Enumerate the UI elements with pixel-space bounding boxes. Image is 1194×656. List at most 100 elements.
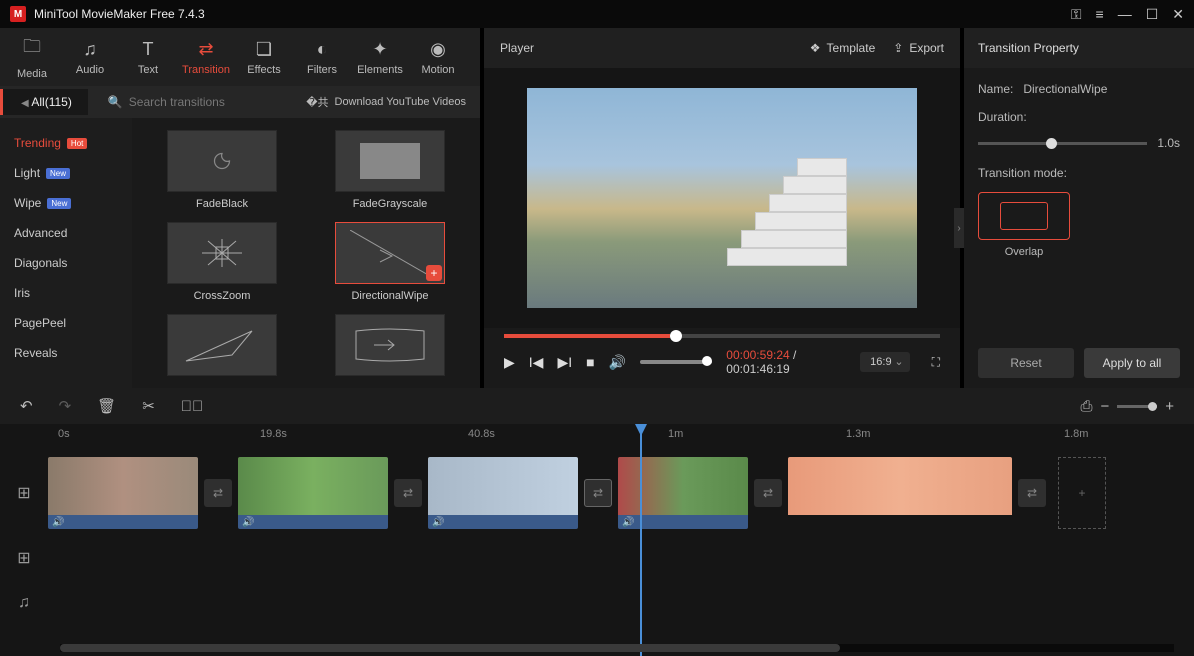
timeline-ruler[interactable]: 0s19.8s40.8s1m1.3m1.8m <box>0 424 1194 448</box>
tab-media[interactable]: 🗀Media <box>4 32 60 82</box>
template-button[interactable]: ❖Template <box>810 41 875 55</box>
volume-slider[interactable] <box>640 360 712 364</box>
export-icon: ⇪ <box>893 41 903 55</box>
transition-DirectionalWipe[interactable]: +DirectionalWipe <box>312 222 468 302</box>
key-icon[interactable]: ⚿ <box>1071 6 1082 23</box>
transition-slot[interactable]: ⇄ <box>394 479 422 507</box>
transition-slot[interactable]: ⇄ <box>204 479 232 507</box>
transition-slot[interactable]: ⇄ <box>1018 479 1046 507</box>
transition-slot[interactable]: ⇄ <box>584 479 612 507</box>
category-all[interactable]: ◀ All(115) <box>0 89 88 115</box>
speaker-icon: 🔊 <box>242 517 254 528</box>
app-title: MiniTool MovieMaker Free 7.4.3 <box>34 7 1071 21</box>
name-label: Name: <box>978 82 1013 96</box>
category-pagepeel[interactable]: PagePeel <box>0 308 132 338</box>
transition-FadeBlack[interactable]: FadeBlack <box>144 130 300 210</box>
zoom-slider[interactable] <box>1117 405 1157 408</box>
duration-value: 1.0s <box>1157 136 1180 150</box>
name-value: DirectionalWipe <box>1023 82 1107 96</box>
tab-text[interactable]: TText <box>120 32 176 82</box>
speaker-icon: 🔊 <box>52 517 64 528</box>
volume-icon[interactable]: 🔊 <box>609 354 626 371</box>
close-button[interactable]: ✕ <box>1172 6 1184 23</box>
category-reveals[interactable]: Reveals <box>0 338 132 368</box>
time-display: 00:00:59:24 / 00:01:46:19 <box>726 348 836 376</box>
download-icon: �共 <box>306 94 328 110</box>
prev-frame-button[interactable]: I◀ <box>529 354 544 371</box>
preview-area[interactable] <box>484 68 960 328</box>
video-track: ⊞ 🔊⇄🔊⇄🔊⇄🔊⇄⇄+ <box>0 448 1194 538</box>
music-track[interactable]: ♫ <box>0 578 1194 628</box>
timeline-toolbar: ↶ ↷ 🗑 ✂ ✂⃞ ⎙ − + <box>0 388 1194 424</box>
mode-overlap-option[interactable] <box>978 192 1070 240</box>
collapse-property-button[interactable]: › <box>954 208 964 248</box>
category-iris[interactable]: Iris <box>0 278 132 308</box>
category-wipe[interactable]: WipeNew <box>0 188 132 218</box>
timeline-clip[interactable]: 🔊 <box>428 457 578 529</box>
redo-button[interactable]: ↷ <box>59 397 72 415</box>
tab-filters[interactable]: ◐Filters <box>294 32 350 82</box>
fit-timeline-button[interactable]: ⎙ <box>1080 398 1092 415</box>
ruler-tick: 40.8s <box>468 428 495 440</box>
transition-slot[interactable]: ⇄ <box>754 479 782 507</box>
apply-all-button[interactable]: Apply to all <box>1084 348 1180 378</box>
search-input[interactable]: 🔍 Search transitions <box>88 95 306 109</box>
tab-audio[interactable]: ♫Audio <box>62 32 118 82</box>
add-track-button[interactable]: ⊞ <box>0 483 48 503</box>
undo-button[interactable]: ↶ <box>20 397 33 415</box>
aspect-ratio-select[interactable]: 16:9 <box>860 352 909 372</box>
stop-button[interactable]: ■ <box>586 354 594 370</box>
property-title: Transition Property <box>964 28 1194 68</box>
player-title: Player <box>500 41 792 55</box>
ruler-tick: 1m <box>668 428 683 440</box>
transition-FadeGrayscale[interactable]: FadeGrayscale <box>312 130 468 210</box>
menu-icon[interactable]: ≡ <box>1096 6 1104 22</box>
tab-motion[interactable]: ◉Motion <box>410 32 466 82</box>
fullscreen-button[interactable]: ⛶ <box>932 355 940 370</box>
music-track-icon: ♫ <box>0 594 48 612</box>
transition-item-4[interactable] <box>144 314 300 382</box>
transition-item-5[interactable] <box>312 314 468 382</box>
progress-bar[interactable] <box>504 334 940 338</box>
crop-button[interactable]: ✂⃞ <box>181 398 204 415</box>
ruler-tick: 19.8s <box>260 428 287 440</box>
category-list: TrendingHotLightNewWipeNewAdvancedDiagon… <box>0 118 132 388</box>
player-panel: Player ❖Template ⇪Export ▶ <box>484 28 960 388</box>
delete-button[interactable]: 🗑 <box>97 397 116 415</box>
play-button[interactable]: ▶ <box>504 354 515 371</box>
template-icon: ❖ <box>810 41 821 55</box>
export-button[interactable]: ⇪Export <box>893 41 944 55</box>
zoom-in-button[interactable]: + <box>1165 398 1174 415</box>
timeline-clip[interactable]: 🔊 <box>238 457 388 529</box>
split-button[interactable]: ✂ <box>142 397 155 415</box>
titlebar: M MiniTool MovieMaker Free 7.4.3 ⚿ ≡ — ☐… <box>0 0 1194 28</box>
zoom-out-button[interactable]: − <box>1100 398 1109 415</box>
mode-label: Transition mode: <box>978 166 1180 180</box>
tab-elements[interactable]: ✦Elements <box>352 32 408 82</box>
duration-slider[interactable] <box>978 142 1147 145</box>
timeline-clip[interactable]: 🔊 <box>618 457 748 529</box>
category-light[interactable]: LightNew <box>0 158 132 188</box>
timeline-clip[interactable] <box>788 457 1012 529</box>
app-logo-icon: M <box>10 6 26 22</box>
transition-CrossZoom[interactable]: CrossZoom <box>144 222 300 302</box>
download-youtube-link[interactable]: �共Download YouTube Videos <box>306 94 480 110</box>
timeline-scrollbar[interactable] <box>60 644 1174 652</box>
minimize-button[interactable]: — <box>1118 6 1132 22</box>
ruler-tick: 1.8m <box>1064 428 1088 440</box>
main-toolbar: 🗀Media ♫Audio TText ⇄Transition ❏Effects… <box>0 28 480 86</box>
category-trending[interactable]: TrendingHot <box>0 128 132 158</box>
tab-transition[interactable]: ⇄Transition <box>178 32 234 82</box>
category-advanced[interactable]: Advanced <box>0 218 132 248</box>
reset-button[interactable]: Reset <box>978 348 1074 378</box>
timeline-clip[interactable]: 🔊 <box>48 457 198 529</box>
add-clip-button[interactable]: + <box>1058 457 1106 529</box>
category-diagonals[interactable]: Diagonals <box>0 248 132 278</box>
maximize-button[interactable]: ☐ <box>1146 6 1159 23</box>
speaker-icon: 🔊 <box>432 517 444 528</box>
playhead[interactable] <box>640 424 642 656</box>
next-frame-button[interactable]: ▶I <box>557 354 572 371</box>
add-transition-button[interactable]: + <box>426 265 442 281</box>
library-panel: 🗀Media ♫Audio TText ⇄Transition ❏Effects… <box>0 28 480 388</box>
tab-effects[interactable]: ❏Effects <box>236 32 292 82</box>
